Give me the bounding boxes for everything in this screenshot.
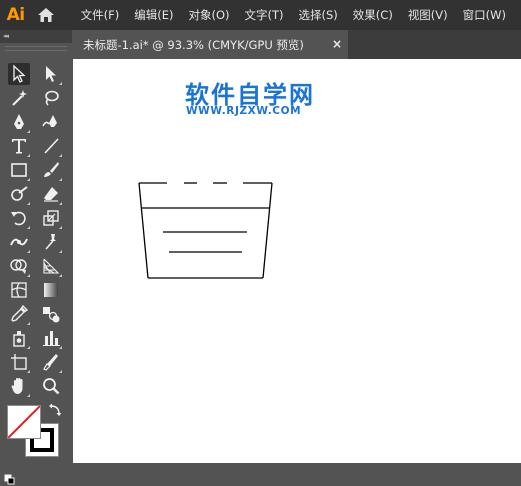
swap-fill-stroke-icon[interactable] (48, 403, 62, 417)
hand-tool-icon (11, 378, 23, 394)
slice-tool[interactable] (40, 351, 62, 373)
type-tool-icon (12, 139, 26, 154)
basket-right-side (262, 182, 273, 279)
app-logo: Ai (6, 5, 25, 25)
basket-left-side (138, 182, 149, 279)
default-fill-stroke-icon[interactable] (4, 474, 16, 486)
paintbrush-tool[interactable] (40, 159, 62, 181)
fill-color-swatch[interactable] (7, 405, 41, 439)
paintbrush-tool-icon (44, 162, 59, 177)
rectangle-tool-icon (11, 163, 27, 177)
magic-wand-tool-icon (12, 90, 27, 106)
column-graph-tool-icon (43, 331, 60, 346)
shape-builder-tool[interactable] (8, 255, 30, 277)
menu-file[interactable]: 文件(F) (81, 7, 120, 23)
direct-selection-tool[interactable] (40, 63, 62, 85)
puppet-warp-tool[interactable] (40, 231, 62, 253)
zoom-tool-icon (43, 378, 60, 395)
shaper-tool[interactable] (8, 183, 30, 205)
artboard-tool-icon (11, 354, 27, 370)
artboard-tool[interactable] (8, 351, 30, 373)
scale-tool[interactable] (40, 207, 62, 229)
zoom-tool[interactable] (40, 375, 62, 397)
collapse-panel-button[interactable]: ◂◂ (3, 32, 9, 40)
blend-tool[interactable] (40, 303, 62, 325)
menu-type[interactable]: 文字(T) (245, 7, 284, 23)
perspective-grid-tool[interactable] (40, 255, 62, 277)
main-menu: 文件(F) 编辑(E) 对象(O) 文字(T) 选择(S) 效果(C) 视图(V… (81, 7, 521, 23)
slice-tool-icon (43, 354, 58, 371)
menu-window[interactable]: 窗口(W) (463, 7, 506, 23)
document-tab-title: 未标题-1.ai* @ 93.3% (CMYK/GPU 预览) (83, 37, 304, 52)
symbol-sprayer-tool[interactable] (8, 327, 30, 349)
eraser-tool-icon (44, 187, 58, 202)
document-tab-bar: 未标题-1.ai* @ 93.3% (CMYK/GPU 预览) × (73, 30, 521, 59)
close-tab-button[interactable]: × (332, 37, 342, 51)
shape-builder-tool-icon (10, 259, 27, 274)
hand-tool[interactable] (8, 375, 30, 397)
gradient-tool[interactable] (40, 279, 62, 301)
scale-tool-icon (43, 210, 59, 226)
curvature-tool-icon (42, 115, 57, 127)
direct-selection-tool-icon (46, 66, 56, 82)
basket-drawing[interactable] (73, 59, 521, 463)
menu-view[interactable]: 视图(V) (408, 7, 448, 23)
lasso-tool[interactable] (40, 87, 62, 109)
line-segment-tool[interactable] (40, 135, 62, 157)
mesh-tool-icon (11, 282, 27, 298)
selection-tool[interactable] (8, 63, 30, 85)
eyedropper-tool-icon (11, 304, 29, 322)
menu-select[interactable]: 选择(S) (299, 7, 338, 23)
rotate-tool[interactable] (8, 207, 30, 229)
menu-object[interactable]: 对象(O) (188, 7, 229, 23)
document-tab[interactable]: 未标题-1.ai* @ 93.3% (CMYK/GPU 预览) × (73, 30, 348, 59)
none-color-indicator (8, 406, 40, 438)
panel-header: ◂◂ (0, 30, 72, 43)
line-segment-tool-icon (44, 138, 59, 154)
symbol-sprayer-tool-icon (13, 331, 25, 347)
mesh-tool[interactable] (8, 279, 30, 301)
shaper-tool-icon (11, 186, 28, 201)
home-button[interactable] (31, 0, 60, 30)
eraser-tool[interactable] (40, 183, 62, 205)
lasso-tool-icon (45, 90, 59, 106)
pen-tool[interactable] (8, 111, 30, 133)
artboard-canvas[interactable]: 软件自学网 WWW.RJZXW.COM (73, 59, 521, 463)
panel-grip[interactable] (5, 46, 67, 51)
menu-edit[interactable]: 编辑(E) (134, 7, 173, 23)
width-tool-icon (10, 238, 28, 246)
selection-tool-icon (13, 64, 26, 83)
type-tool[interactable] (8, 135, 30, 157)
width-tool[interactable] (8, 231, 30, 253)
curvature-tool[interactable] (40, 111, 62, 133)
eyedropper-tool[interactable] (8, 303, 30, 325)
pen-tool-icon (14, 114, 24, 129)
puppet-warp-tool-icon (45, 234, 56, 250)
menu-effect[interactable]: 效果(C) (353, 7, 393, 23)
rectangle-tool[interactable] (8, 159, 30, 181)
blend-tool-icon (43, 307, 60, 323)
column-graph-tool[interactable] (40, 327, 62, 349)
rotate-tool-icon (11, 211, 26, 226)
magic-wand-tool[interactable] (8, 87, 30, 109)
tools-panel: ◂◂ (0, 30, 72, 485)
gradient-tool-icon (44, 283, 58, 297)
home-icon (37, 8, 54, 22)
menu-bar: Ai 文件(F) 编辑(E) 对象(O) 文字(T) 选择(S) 效果(C) 视… (0, 0, 521, 30)
perspective-grid-tool-icon (43, 258, 60, 274)
